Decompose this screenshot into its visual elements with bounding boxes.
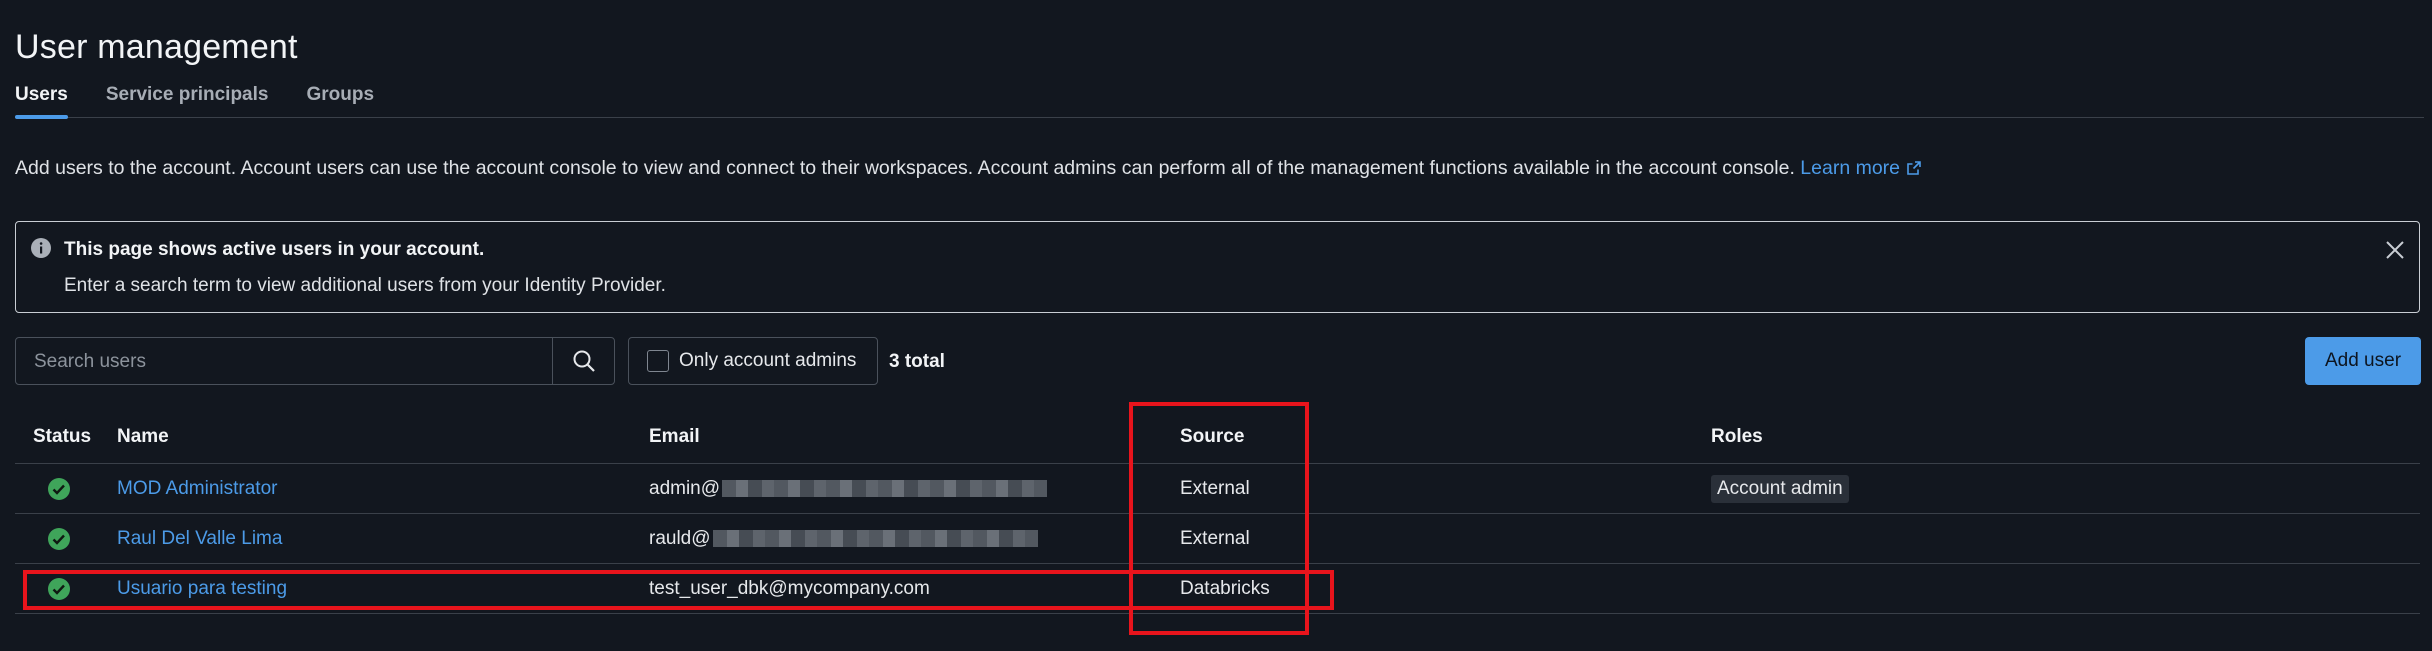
user-email: admin@ [649,464,1048,513]
header-name[interactable]: Name [117,410,169,463]
banner-title: This page shows active users in your acc… [64,239,485,260]
search-users-field: Search users [15,337,615,385]
table-row[interactable]: Usuario para testing test_user_dbk@mycom… [15,564,2420,614]
table-header-row: Status Name Email Source Roles [15,410,2420,464]
learn-more-link[interactable]: Learn more [1800,157,1922,179]
redacted-email [722,480,1048,497]
table-row[interactable]: MOD Administrator admin@ External Accoun… [15,464,2420,514]
tab-groups[interactable]: Groups [306,80,374,118]
header-email[interactable]: Email [649,410,700,463]
user-source: External [1180,477,1250,499]
status-active-icon [48,477,70,500]
only-admins-checkbox[interactable] [647,350,669,372]
user-email: rauld@ [649,514,1038,563]
user-roles: Account admin [1711,464,1849,513]
search-input[interactable]: Search users [16,338,552,384]
page-description: Add users to the account. Account users … [15,157,1922,180]
status-cell [47,564,71,613]
info-banner: This page shows active users in your acc… [15,221,2420,313]
role-badge: Account admin [1711,474,1849,503]
user-name-link[interactable]: Raul Del Valle Lima [117,514,282,563]
search-icon [573,350,595,372]
user-source: External [1180,527,1250,549]
user-name-link[interactable]: Usuario para testing [117,564,287,613]
info-icon [31,238,51,258]
only-admins-label: Only account admins [679,350,857,371]
tab-bar: Users Service principals Groups [15,80,2424,119]
only-admins-filter[interactable]: Only account admins [628,337,878,385]
header-roles[interactable]: Roles [1711,410,1763,463]
header-status[interactable]: Status [33,410,91,463]
tab-users[interactable]: Users [15,80,68,119]
tab-service-principals[interactable]: Service principals [106,80,269,118]
user-email: test_user_dbk@mycompany.com [649,577,930,599]
table-row[interactable]: Raul Del Valle Lima rauld@ External [15,514,2420,564]
total-count: 3 total [889,351,945,372]
user-source: Databricks [1180,577,1270,599]
search-button[interactable] [552,338,614,384]
user-name-link[interactable]: MOD Administrator [117,464,277,513]
description-text: Add users to the account. Account users … [15,157,1795,179]
status-active-icon [48,527,70,550]
status-cell [47,514,71,563]
page-title: User management [15,28,298,66]
external-link-icon [1907,161,1921,175]
header-source[interactable]: Source [1180,410,1244,463]
users-table: Status Name Email Source Roles MOD Admin… [15,410,2420,614]
status-active-icon [48,577,70,600]
banner-text: Enter a search term to view additional u… [64,275,666,296]
status-cell [47,464,71,513]
add-user-button[interactable]: Add user [2305,337,2421,385]
close-icon[interactable] [2385,240,2405,260]
redacted-email [712,530,1038,547]
